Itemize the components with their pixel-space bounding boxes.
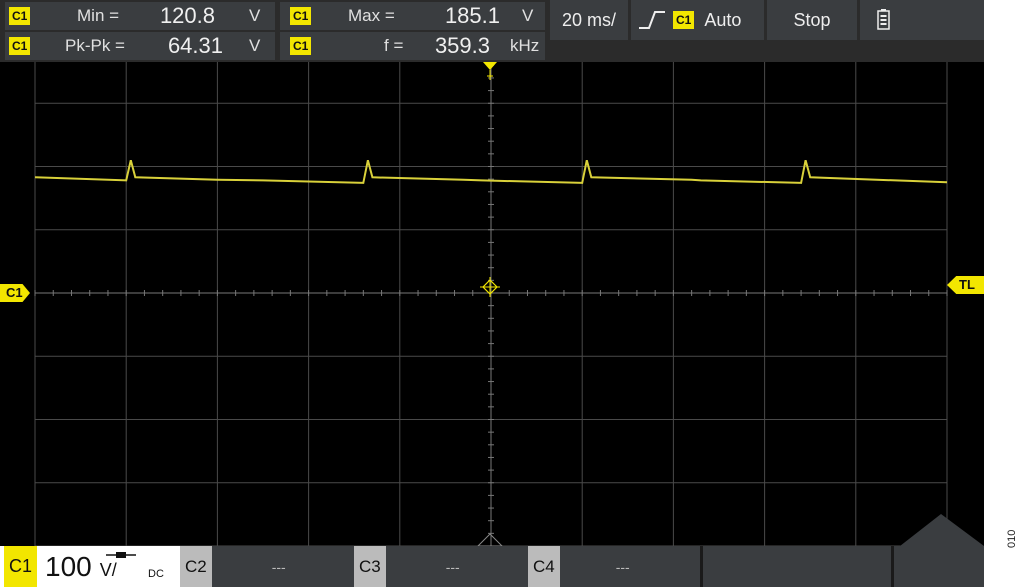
channel-tag: C1: [4, 546, 38, 587]
channel-2-setting[interactable]: C2 ---: [180, 546, 380, 587]
waveform-display: [34, 39, 984, 547]
measurement-label: Pk-Pk =: [65, 36, 125, 55]
channel-tag: C2: [180, 546, 212, 587]
timebase-button[interactable]: 20 ms/: [550, 0, 628, 40]
trigger-channel-tag: C1: [673, 11, 695, 29]
channel-4-setting[interactable]: C4 ---: [528, 546, 700, 587]
measurement-value: 64.31: [167, 33, 223, 58]
channel-tag: C1: [290, 37, 312, 55]
measurement-pkpk[interactable]: C1 Pk-Pk = 64.31 V: [5, 32, 275, 60]
channel-unit: V/: [99, 560, 117, 580]
channel-1-setting[interactable]: C1 100 V/ DC: [0, 546, 180, 587]
bottom-time-marker-icon: [476, 533, 504, 547]
measurement-label: Min =: [77, 6, 120, 25]
measurement-label: Max =: [348, 6, 395, 25]
measurement-unit: kHz: [510, 36, 540, 55]
trigger-mode: Auto: [704, 9, 742, 30]
math-slot[interactable]: [703, 546, 891, 587]
channel-scale: ---: [445, 558, 460, 575]
battery-icon: [877, 9, 890, 30]
channel-offset-label: C1: [6, 285, 23, 300]
menu-slot[interactable]: [894, 546, 984, 587]
figure-id: 010: [1006, 529, 1018, 548]
center-crosshair-icon: [480, 277, 500, 297]
rising-edge-icon: [639, 11, 665, 29]
measurement-min[interactable]: C1 Min = 120.8 V: [5, 2, 275, 30]
channel-tag: C1: [9, 37, 31, 55]
trigger-button[interactable]: C1 Auto: [631, 0, 764, 40]
trigger-position-icon: [483, 62, 497, 80]
channel-coupling: DC: [148, 568, 164, 580]
measurement-unit: V: [249, 36, 261, 55]
oscilloscope-screen: C1 Min = 120.8 V C1 Max = 185.1 V C1 Pk-…: [0, 0, 984, 587]
channel-tag: C1: [290, 7, 312, 25]
channel-3-setting[interactable]: C3 ---: [354, 546, 554, 587]
probe-icon: [106, 552, 136, 558]
run-stop-button[interactable]: Stop: [767, 0, 857, 40]
channel-scale: ---: [615, 558, 630, 575]
battery-status: [860, 0, 984, 40]
channel-tag: C3: [354, 546, 386, 587]
measurement-value: 185.1: [444, 3, 500, 28]
trigger-level-label: TL: [959, 277, 975, 292]
measurement-unit: V: [249, 6, 261, 25]
channel-scale: 100: [45, 550, 92, 582]
channel-tag: C4: [528, 546, 560, 587]
measurement-frequency[interactable]: C1 f = 359.3 kHz: [280, 32, 545, 60]
measurement-max[interactable]: C1 Max = 185.1 V: [280, 2, 545, 30]
menu-triangle-icon: [900, 514, 984, 546]
measurement-value: 359.3: [434, 33, 490, 58]
measurement-unit: V: [522, 6, 534, 25]
measurement-value: 120.8: [159, 3, 215, 28]
channel-scale: ---: [271, 558, 286, 575]
channel-tag: C1: [9, 7, 31, 25]
